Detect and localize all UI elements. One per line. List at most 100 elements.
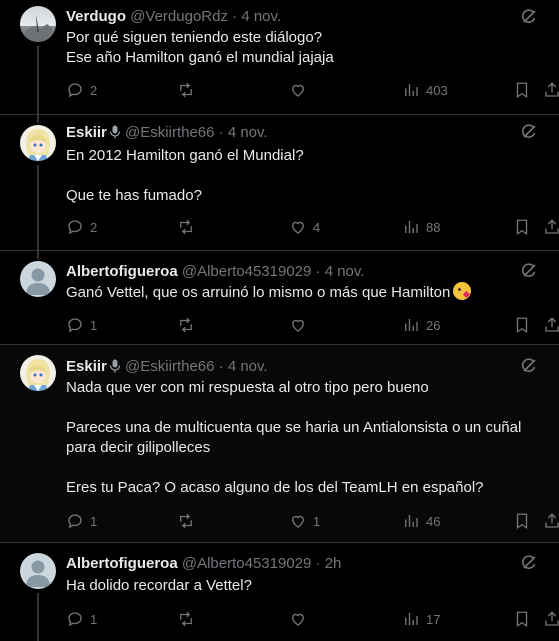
retweet-icon xyxy=(180,513,192,529)
timestamp[interactable]: 4 nov. xyxy=(228,358,268,375)
reply-button[interactable]: 1 xyxy=(66,511,97,531)
timestamp[interactable]: 4 nov. xyxy=(241,8,281,25)
tweet[interactable]: Albertofigueroa @Alberto45319029 · 4 nov… xyxy=(0,251,559,344)
tweet[interactable]: Albertofigueroa @Alberto45319029 · 2h Ha… xyxy=(0,543,559,641)
avatar[interactable] xyxy=(20,355,56,391)
like-button[interactable] xyxy=(289,609,313,629)
tweet-header: Albertofigueroa @Alberto45319029 · 4 nov… xyxy=(66,263,364,281)
separator-dot: · xyxy=(315,263,321,280)
grok-icon[interactable] xyxy=(520,123,538,141)
views-button[interactable]: 88 xyxy=(402,217,440,237)
reply-icon xyxy=(68,83,82,98)
retweet-button[interactable] xyxy=(177,315,195,335)
tweet-actions: 1 26 xyxy=(66,315,559,335)
grok-icon[interactable] xyxy=(520,262,538,280)
views-button[interactable]: 26 xyxy=(402,315,440,335)
separator-dot: · xyxy=(218,358,224,375)
like-count: 1 xyxy=(313,513,321,529)
views-icon xyxy=(405,221,418,233)
bookmark-icon xyxy=(516,219,528,236)
tweet-text: Por qué siguen teniendo este diálogo? Es… xyxy=(66,29,334,66)
avatar[interactable] xyxy=(20,261,56,297)
heart-icon xyxy=(292,515,304,528)
like-button[interactable] xyxy=(289,80,313,100)
tweet-text: Ha dolido recordar a Vettel? xyxy=(66,577,252,594)
reply-button[interactable]: 2 xyxy=(66,217,97,237)
share-button[interactable] xyxy=(543,609,559,629)
views-icon xyxy=(405,613,418,625)
avatar[interactable] xyxy=(20,553,56,589)
timestamp[interactable]: 2h xyxy=(325,555,342,572)
timestamp[interactable]: 4 nov. xyxy=(325,263,365,280)
user-handle[interactable]: @Alberto45319029 xyxy=(182,555,312,572)
reply-icon xyxy=(68,514,82,529)
retweet-icon xyxy=(180,82,192,98)
heart-icon xyxy=(292,319,304,332)
avatar[interactable] xyxy=(20,6,56,42)
bookmark-icon xyxy=(516,611,528,628)
user-handle[interactable]: @Eskiirthe66 xyxy=(125,358,214,375)
display-name[interactable]: Eskiir xyxy=(66,358,121,375)
share-button[interactable] xyxy=(543,217,559,237)
tweet-text: En 2012 Hamilton ganó el Mundial? Que te… xyxy=(66,147,304,204)
retweet-button[interactable] xyxy=(177,80,195,100)
bookmark-button[interactable] xyxy=(513,511,531,531)
tweet[interactable]: Verdugo @VerdugoRdz · 4 nov. Por qué sig… xyxy=(0,0,559,114)
reply-count: 2 xyxy=(90,82,98,98)
timestamp[interactable]: 4 nov. xyxy=(228,124,268,141)
grok-icon[interactable] xyxy=(520,8,538,26)
views-button[interactable]: 17 xyxy=(402,609,440,629)
bookmark-icon xyxy=(516,513,528,530)
retweet-button[interactable] xyxy=(177,511,195,531)
thread-line xyxy=(37,46,39,114)
display-name[interactable]: Verdugo xyxy=(66,8,126,25)
share-icon xyxy=(545,611,559,626)
thread-line xyxy=(37,165,39,250)
tweet-header: Eskiir @Eskiirthe66 · 4 nov. xyxy=(66,124,268,142)
tweet-actions: 2 4 88 xyxy=(66,217,559,237)
grok-icon[interactable] xyxy=(520,554,538,572)
share-button[interactable] xyxy=(543,80,559,100)
grok-icon[interactable] xyxy=(520,357,538,375)
microphone-icon xyxy=(109,359,120,373)
view-count: 88 xyxy=(426,219,441,235)
bookmark-icon xyxy=(516,82,528,99)
tweet[interactable]: Eskiir @Eskiirthe66 · 4 nov. En 2012 Ham… xyxy=(0,115,559,250)
reply-count: 2 xyxy=(90,219,98,235)
retweet-button[interactable] xyxy=(177,217,195,237)
like-button[interactable]: 1 xyxy=(289,511,320,531)
display-name[interactable]: Eskiir xyxy=(66,124,121,141)
display-name[interactable]: Albertofigueroa xyxy=(66,555,178,572)
share-button[interactable] xyxy=(543,315,559,335)
heart-icon xyxy=(292,613,304,626)
avatar[interactable] xyxy=(20,125,56,161)
views-button[interactable]: 403 xyxy=(402,80,448,100)
reply-button[interactable]: 1 xyxy=(66,609,97,629)
display-name[interactable]: Albertofigueroa xyxy=(66,263,178,280)
reply-button[interactable]: 1 xyxy=(66,315,97,335)
bookmark-button[interactable] xyxy=(513,80,531,100)
views-button[interactable]: 46 xyxy=(402,511,440,531)
like-button[interactable] xyxy=(289,315,313,335)
share-icon xyxy=(545,82,559,97)
bookmark-button[interactable] xyxy=(513,315,531,335)
retweet-button[interactable] xyxy=(177,609,195,629)
view-count: 403 xyxy=(426,82,448,98)
thread-line xyxy=(37,115,39,123)
like-button[interactable]: 4 xyxy=(289,217,320,237)
separator-dot: · xyxy=(232,8,238,25)
bookmark-button[interactable] xyxy=(513,217,531,237)
kiss-emoji-icon xyxy=(453,282,472,300)
bookmark-icon xyxy=(516,317,528,334)
heart-icon xyxy=(292,84,304,97)
bookmark-button[interactable] xyxy=(513,609,531,629)
share-button[interactable] xyxy=(543,511,559,531)
reply-button[interactable]: 2 xyxy=(66,80,97,100)
tweet-header: Verdugo @VerdugoRdz · 4 nov. xyxy=(66,8,281,26)
reply-icon xyxy=(68,612,82,627)
user-handle[interactable]: @Alberto45319029 xyxy=(182,263,312,280)
user-handle[interactable]: @VerdugoRdz xyxy=(130,8,228,25)
tweet-actions: 2 403 xyxy=(66,80,559,100)
user-handle[interactable]: @Eskiirthe66 xyxy=(125,124,214,141)
tweet[interactable]: Eskiir @Eskiirthe66 · 4 nov. Nada que ve… xyxy=(0,345,559,542)
